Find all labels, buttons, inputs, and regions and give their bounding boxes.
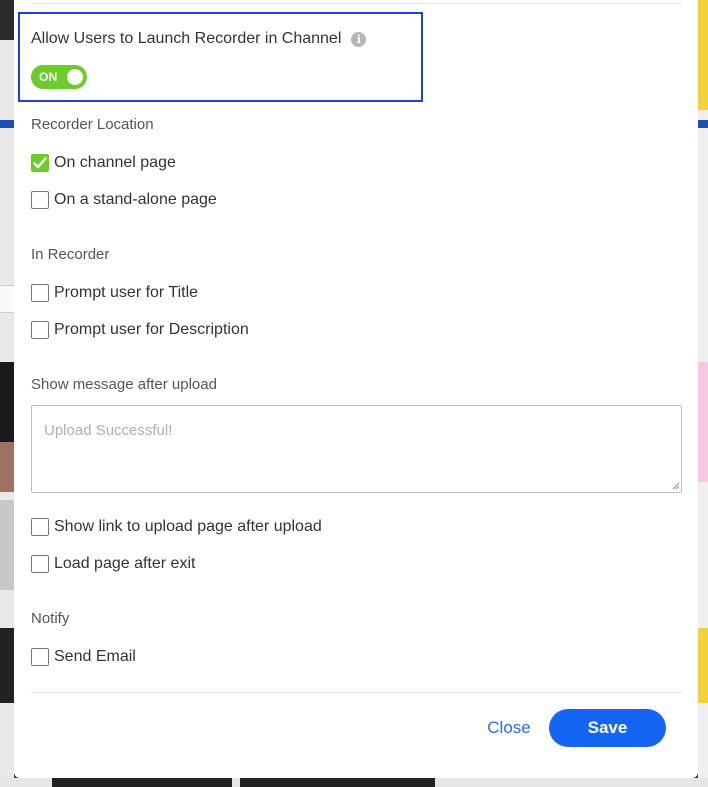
resize-handle-icon[interactable] xyxy=(672,482,680,490)
option-prompt-description[interactable]: Prompt user for Description xyxy=(31,319,249,341)
option-send-email[interactable]: Send Email xyxy=(31,646,136,668)
background-page-left xyxy=(0,0,14,787)
top-divider xyxy=(31,3,682,4)
option-label: Prompt user for Description xyxy=(54,321,249,338)
setting-title: Allow Users to Launch Recorder in Channe… xyxy=(31,30,342,47)
recorder-settings-dialog: Allow Users to Launch Recorder in Channe… xyxy=(14,0,698,778)
upload-message-label: Show message after upload xyxy=(31,376,217,393)
checkbox[interactable] xyxy=(31,648,49,666)
checkbox[interactable] xyxy=(31,191,49,209)
checkbox-checked[interactable] xyxy=(31,154,49,172)
checkbox[interactable] xyxy=(31,518,49,536)
save-button[interactable]: Save xyxy=(549,709,666,747)
toggle-knob xyxy=(67,69,83,85)
option-load-page-after-exit[interactable]: Load page after exit xyxy=(31,553,195,575)
checkbox[interactable] xyxy=(31,321,49,339)
option-on-channel-page[interactable]: On channel page xyxy=(31,152,176,174)
toggle-label: ON xyxy=(39,70,58,84)
option-label: Prompt user for Title xyxy=(54,284,199,301)
option-show-upload-link[interactable]: Show link to upload page after upload xyxy=(31,516,322,538)
option-prompt-title[interactable]: Prompt user for Title xyxy=(31,282,198,304)
highlight-box xyxy=(18,12,423,102)
recorder-location-label: Recorder Location xyxy=(31,116,154,133)
checkbox[interactable] xyxy=(31,555,49,573)
info-icon[interactable]: i xyxy=(351,31,367,47)
checkmark-icon xyxy=(33,157,47,169)
option-label: Show link to upload page after upload xyxy=(54,518,322,535)
option-label: On a stand-alone page xyxy=(54,191,217,208)
upload-message-textarea[interactable] xyxy=(31,405,682,493)
option-label: On channel page xyxy=(54,154,176,171)
close-button[interactable]: Close xyxy=(482,709,536,747)
option-stand-alone-page[interactable]: On a stand-alone page xyxy=(31,189,217,211)
launch-recorder-toggle[interactable]: ON xyxy=(31,65,87,89)
background-page-right xyxy=(698,0,708,787)
option-label: Load page after exit xyxy=(54,555,196,572)
option-label: Send Email xyxy=(54,648,136,665)
launch-recorder-setting: Allow Users to Launch Recorder in Channe… xyxy=(31,28,367,50)
background-page-bottom xyxy=(0,778,708,787)
in-recorder-label: In Recorder xyxy=(31,246,110,263)
footer-divider xyxy=(31,692,682,693)
checkbox[interactable] xyxy=(31,284,49,302)
notify-label: Notify xyxy=(31,610,70,627)
